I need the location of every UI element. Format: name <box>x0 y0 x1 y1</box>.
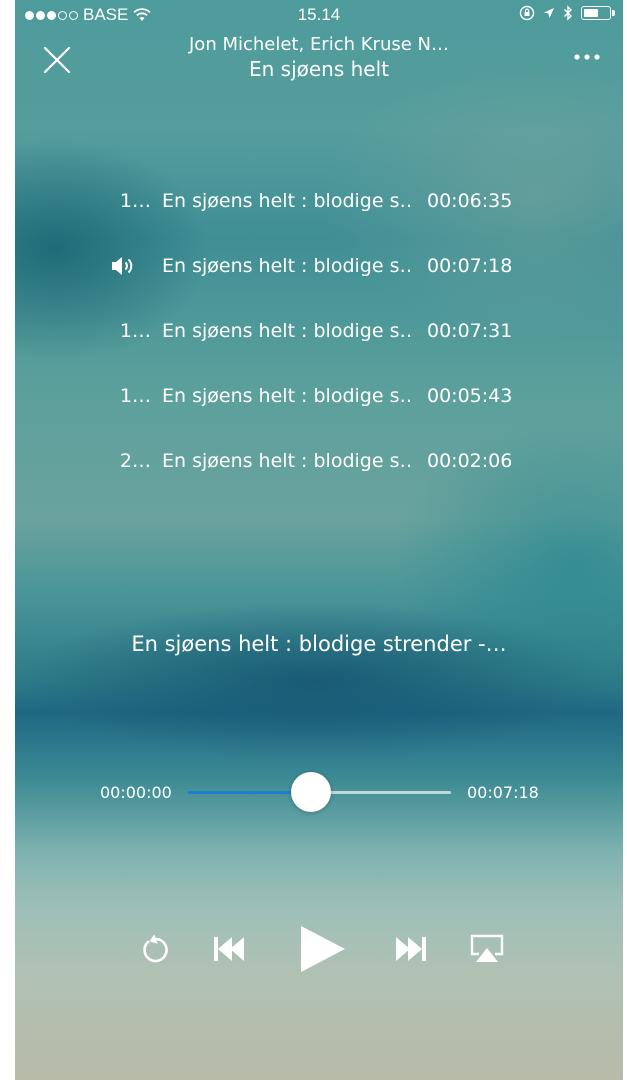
previous-button[interactable] <box>207 928 251 970</box>
player-header: Jon Michelet, Erich Kruse N… En sjøens h… <box>15 30 623 90</box>
track-row[interactable]: 2… En sjøens helt : blodige s… 00:02:06 <box>15 440 623 480</box>
track-title: En sjøens helt : blodige s… <box>162 190 412 212</box>
track-title: En sjøens helt : blodige s… <box>162 385 412 407</box>
more-icon <box>574 54 600 60</box>
playback-controls <box>15 918 623 978</box>
next-button[interactable] <box>389 928 433 970</box>
track-duration: 00:07:31 <box>427 320 513 342</box>
next-icon <box>396 937 426 961</box>
airplay-icon <box>470 934 504 962</box>
bluetooth-icon <box>563 5 573 21</box>
now-playing-title: En sjøens helt : blodige strender -… <box>131 632 507 656</box>
track-duration: 00:02:06 <box>427 450 513 472</box>
track-row[interactable]: 1… En sjøens helt : blodige s… 00:06:35 <box>15 180 623 220</box>
progress-bar: 00:00:00 00:07:18 <box>15 770 623 816</box>
track-duration: 00:06:35 <box>427 190 513 212</box>
rotation-lock-icon <box>519 5 535 21</box>
replay-icon <box>143 934 168 963</box>
location-icon <box>543 7 555 19</box>
play-icon <box>301 926 345 972</box>
player-screen: BASE 15.14 Jon Michelet, Erich Kruse N… … <box>15 0 623 1080</box>
track-number: 1… <box>119 190 151 212</box>
track-title: En sjøens helt : blodige s… <box>162 255 412 277</box>
track-number: 2… <box>119 450 151 472</box>
track-number: 1… <box>119 320 151 342</box>
replay-button[interactable] <box>133 928 175 970</box>
track-duration: 00:07:18 <box>427 255 513 277</box>
track-row[interactable]: 1… En sjøens helt : blodige s… 00:07:31 <box>15 310 623 350</box>
battery-icon <box>581 6 615 20</box>
status-right <box>519 5 615 21</box>
track-row-playing[interactable]: En sjøens helt : blodige s… 00:07:18 <box>15 245 623 285</box>
track-row[interactable]: 1… En sjøens helt : blodige s… 00:05:43 <box>15 375 623 415</box>
track-duration: 00:05:43 <box>427 385 513 407</box>
track-title: En sjøens helt : blodige s… <box>162 320 412 342</box>
seek-slider-thumb[interactable] <box>291 772 332 812</box>
play-button[interactable] <box>293 920 351 978</box>
book-title: En sjøens helt <box>248 57 390 81</box>
previous-icon <box>214 937 244 961</box>
more-button[interactable] <box>567 42 607 72</box>
seek-slider[interactable] <box>187 772 451 812</box>
total-time: 00:07:18 <box>467 783 539 802</box>
elapsed-time: 00:00:00 <box>100 783 172 802</box>
airplay-button[interactable] <box>465 928 509 970</box>
status-bar: BASE 15.14 <box>15 0 623 30</box>
track-number: 1… <box>119 385 151 407</box>
speaker-icon <box>111 255 137 277</box>
track-title: En sjøens helt : blodige s… <box>162 450 412 472</box>
author-subtitle: Jon Michelet, Erich Kruse N… <box>189 34 449 55</box>
